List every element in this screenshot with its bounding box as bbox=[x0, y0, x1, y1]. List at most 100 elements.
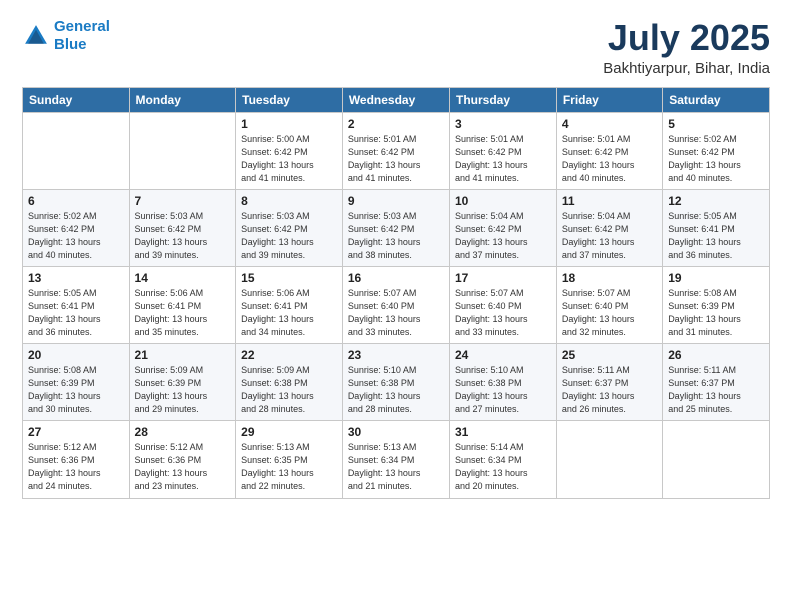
calendar-cell: 11Sunrise: 5:04 AM Sunset: 6:42 PM Dayli… bbox=[556, 189, 662, 266]
day-number: 1 bbox=[241, 117, 337, 131]
day-number: 17 bbox=[455, 271, 551, 285]
calendar-cell bbox=[556, 421, 662, 498]
day-info: Sunrise: 5:06 AM Sunset: 6:41 PM Dayligh… bbox=[135, 287, 231, 339]
calendar-cell: 13Sunrise: 5:05 AM Sunset: 6:41 PM Dayli… bbox=[23, 266, 130, 343]
day-info: Sunrise: 5:07 AM Sunset: 6:40 PM Dayligh… bbox=[562, 287, 657, 339]
logo-blue: Blue bbox=[54, 36, 87, 53]
day-number: 24 bbox=[455, 348, 551, 362]
day-number: 12 bbox=[668, 194, 764, 208]
calendar-cell: 22 Sunrise: 5:09 AM Sunset: 6:38 PM Dayli… bbox=[236, 344, 343, 421]
calendar-cell: 17 Sunrise: 5:07 AM Sunset: 6:40 PM Dayli… bbox=[450, 266, 557, 343]
day-number: 3 bbox=[455, 117, 551, 131]
day-number: 14 bbox=[135, 271, 231, 285]
header: General Blue July 2025 Bakhtiyarpur, Bih… bbox=[22, 18, 770, 77]
calendar-cell: 21 Sunrise: 5:09 AM Sunset: 6:39 PM Dayli… bbox=[129, 344, 236, 421]
day-info: Sunrise: 5:03 AM Sunset: 6:42 PM Dayligh… bbox=[348, 210, 444, 262]
day-number: 28 bbox=[135, 425, 231, 439]
day-number: 18 bbox=[562, 271, 657, 285]
calendar-cell: 2Sunrise: 5:01 AM Sunset: 6:42 PM Daylig… bbox=[342, 112, 449, 189]
calendar-cell: 30 Sunrise: 5:13 AM Sunset: 6:34 PM Dayli… bbox=[342, 421, 449, 498]
day-info: Sunrise: 5:02 AM Sunset: 6:42 PM Dayligh… bbox=[668, 133, 764, 185]
title-block: July 2025 Bakhtiyarpur, Bihar, India bbox=[603, 18, 770, 77]
calendar-cell: 12 Sunrise: 5:05 AM Sunset: 6:41 PM Dayli… bbox=[663, 189, 770, 266]
day-info: Sunrise: 5:00 AM Sunset: 6:42 PM Dayligh… bbox=[241, 133, 337, 185]
calendar-cell: 20 Sunrise: 5:08 AM Sunset: 6:39 PM Dayli… bbox=[23, 344, 130, 421]
calendar-cell: 8Sunrise: 5:03 AM Sunset: 6:42 PM Daylig… bbox=[236, 189, 343, 266]
day-number: 19 bbox=[668, 271, 764, 285]
month-title: July 2025 bbox=[603, 18, 770, 58]
day-number: 7 bbox=[135, 194, 231, 208]
day-number: 25 bbox=[562, 348, 657, 362]
day-info: Sunrise: 5:01 AM Sunset: 6:42 PM Dayligh… bbox=[562, 133, 657, 185]
day-info: Sunrise: 5:08 AM Sunset: 6:39 PM Dayligh… bbox=[668, 287, 764, 339]
calendar-cell: 18 Sunrise: 5:07 AM Sunset: 6:40 PM Dayli… bbox=[556, 266, 662, 343]
calendar-cell: 29Sunrise: 5:13 AM Sunset: 6:35 PM Dayli… bbox=[236, 421, 343, 498]
calendar-cell: 1 Sunrise: 5:00 AM Sunset: 6:42 PM Daylig… bbox=[236, 112, 343, 189]
page: General Blue July 2025 Bakhtiyarpur, Bih… bbox=[0, 0, 792, 612]
day-info: Sunrise: 5:12 AM Sunset: 6:36 PM Dayligh… bbox=[28, 441, 124, 493]
day-number: 30 bbox=[348, 425, 444, 439]
calendar-cell bbox=[663, 421, 770, 498]
calendar-cell: 4 Sunrise: 5:01 AM Sunset: 6:42 PM Daylig… bbox=[556, 112, 662, 189]
day-number: 13 bbox=[28, 271, 124, 285]
logo: General Blue bbox=[22, 18, 110, 54]
day-info: Sunrise: 5:04 AM Sunset: 6:42 PM Dayligh… bbox=[562, 210, 657, 262]
calendar-week-3: 13Sunrise: 5:05 AM Sunset: 6:41 PM Dayli… bbox=[23, 266, 770, 343]
day-info: Sunrise: 5:09 AM Sunset: 6:39 PM Dayligh… bbox=[135, 364, 231, 416]
day-number: 5 bbox=[668, 117, 764, 131]
day-number: 10 bbox=[455, 194, 551, 208]
day-info: Sunrise: 5:05 AM Sunset: 6:41 PM Dayligh… bbox=[668, 210, 764, 262]
calendar-cell: 19 Sunrise: 5:08 AM Sunset: 6:39 PM Dayli… bbox=[663, 266, 770, 343]
day-number: 8 bbox=[241, 194, 337, 208]
calendar-cell: 27 Sunrise: 5:12 AM Sunset: 6:36 PM Dayli… bbox=[23, 421, 130, 498]
day-number: 23 bbox=[348, 348, 444, 362]
calendar-cell: 3 Sunrise: 5:01 AM Sunset: 6:42 PM Daylig… bbox=[450, 112, 557, 189]
day-number: 31 bbox=[455, 425, 551, 439]
calendar-cell: 31Sunrise: 5:14 AM Sunset: 6:34 PM Dayli… bbox=[450, 421, 557, 498]
weekday-header-wednesday: Wednesday bbox=[342, 87, 449, 112]
calendar-week-2: 6Sunrise: 5:02 AM Sunset: 6:42 PM Daylig… bbox=[23, 189, 770, 266]
calendar-cell: 6Sunrise: 5:02 AM Sunset: 6:42 PM Daylig… bbox=[23, 189, 130, 266]
calendar-cell: 23 Sunrise: 5:10 AM Sunset: 6:38 PM Dayli… bbox=[342, 344, 449, 421]
day-info: Sunrise: 5:09 AM Sunset: 6:38 PM Dayligh… bbox=[241, 364, 337, 416]
calendar-cell: 24 Sunrise: 5:10 AM Sunset: 6:38 PM Dayli… bbox=[450, 344, 557, 421]
day-info: Sunrise: 5:10 AM Sunset: 6:38 PM Dayligh… bbox=[455, 364, 551, 416]
calendar-header-row: SundayMondayTuesdayWednesdayThursdayFrid… bbox=[23, 87, 770, 112]
day-number: 22 bbox=[241, 348, 337, 362]
day-info: Sunrise: 5:11 AM Sunset: 6:37 PM Dayligh… bbox=[668, 364, 764, 416]
calendar-cell: 10 Sunrise: 5:04 AM Sunset: 6:42 PM Dayli… bbox=[450, 189, 557, 266]
day-info: Sunrise: 5:11 AM Sunset: 6:37 PM Dayligh… bbox=[562, 364, 657, 416]
calendar-week-4: 20 Sunrise: 5:08 AM Sunset: 6:39 PM Dayli… bbox=[23, 344, 770, 421]
weekday-header-sunday: Sunday bbox=[23, 87, 130, 112]
day-number: 27 bbox=[28, 425, 124, 439]
day-info: Sunrise: 5:07 AM Sunset: 6:40 PM Dayligh… bbox=[455, 287, 551, 339]
calendar-cell: 15Sunrise: 5:06 AM Sunset: 6:41 PM Dayli… bbox=[236, 266, 343, 343]
day-info: Sunrise: 5:06 AM Sunset: 6:41 PM Dayligh… bbox=[241, 287, 337, 339]
day-number: 2 bbox=[348, 117, 444, 131]
calendar-cell bbox=[129, 112, 236, 189]
calendar-cell: 7Sunrise: 5:03 AM Sunset: 6:42 PM Daylig… bbox=[129, 189, 236, 266]
calendar-cell: 5 Sunrise: 5:02 AM Sunset: 6:42 PM Daylig… bbox=[663, 112, 770, 189]
location-title: Bakhtiyarpur, Bihar, India bbox=[603, 60, 770, 77]
weekday-header-thursday: Thursday bbox=[450, 87, 557, 112]
day-info: Sunrise: 5:02 AM Sunset: 6:42 PM Dayligh… bbox=[28, 210, 124, 262]
logo-general: General bbox=[54, 18, 110, 35]
day-number: 4 bbox=[562, 117, 657, 131]
calendar-cell: 14 Sunrise: 5:06 AM Sunset: 6:41 PM Dayli… bbox=[129, 266, 236, 343]
day-number: 21 bbox=[135, 348, 231, 362]
day-info: Sunrise: 5:10 AM Sunset: 6:38 PM Dayligh… bbox=[348, 364, 444, 416]
day-number: 9 bbox=[348, 194, 444, 208]
logo-text: General Blue bbox=[54, 18, 110, 54]
calendar-cell: 25 Sunrise: 5:11 AM Sunset: 6:37 PM Dayli… bbox=[556, 344, 662, 421]
weekday-header-friday: Friday bbox=[556, 87, 662, 112]
weekday-header-monday: Monday bbox=[129, 87, 236, 112]
day-info: Sunrise: 5:12 AM Sunset: 6:36 PM Dayligh… bbox=[135, 441, 231, 493]
day-info: Sunrise: 5:08 AM Sunset: 6:39 PM Dayligh… bbox=[28, 364, 124, 416]
day-info: Sunrise: 5:04 AM Sunset: 6:42 PM Dayligh… bbox=[455, 210, 551, 262]
day-info: Sunrise: 5:13 AM Sunset: 6:34 PM Dayligh… bbox=[348, 441, 444, 493]
day-number: 16 bbox=[348, 271, 444, 285]
day-info: Sunrise: 5:07 AM Sunset: 6:40 PM Dayligh… bbox=[348, 287, 444, 339]
day-info: Sunrise: 5:01 AM Sunset: 6:42 PM Dayligh… bbox=[455, 133, 551, 185]
weekday-header-tuesday: Tuesday bbox=[236, 87, 343, 112]
day-number: 20 bbox=[28, 348, 124, 362]
